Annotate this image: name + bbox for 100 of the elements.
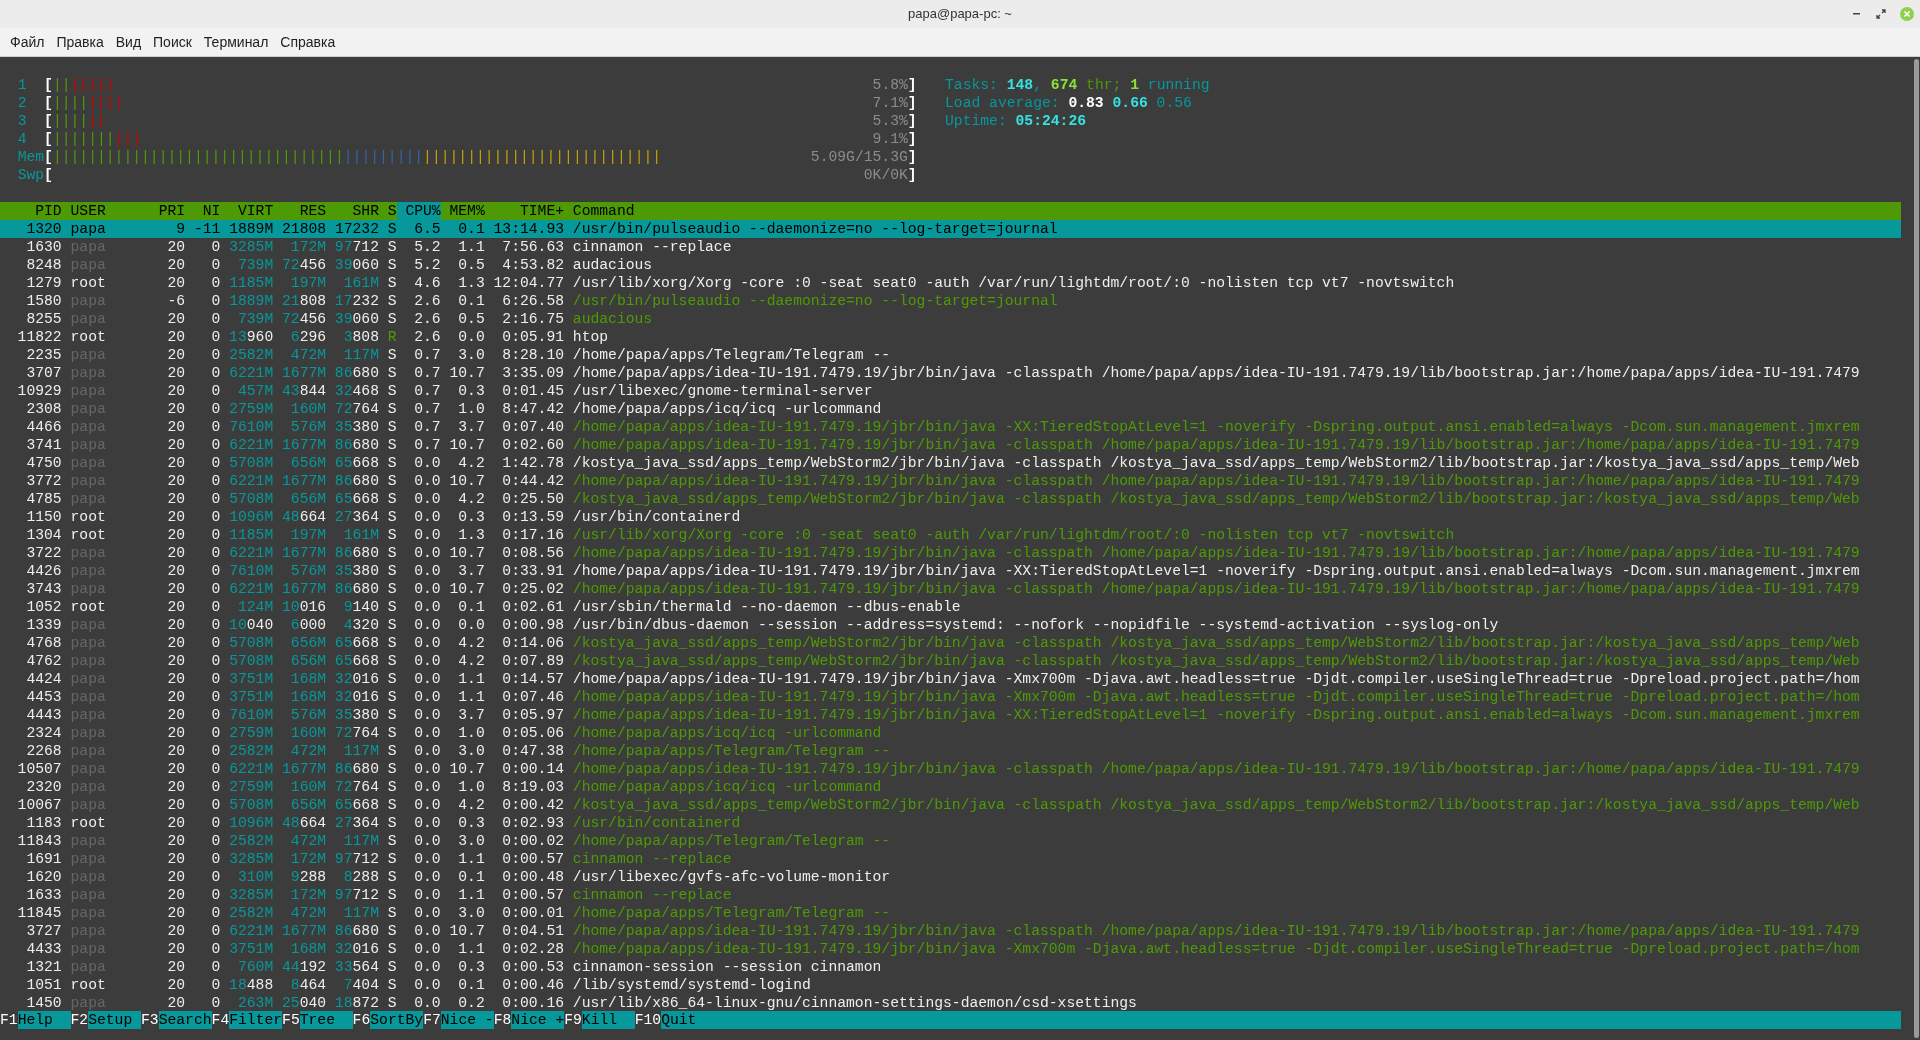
summary-text: 1 — [1130, 77, 1140, 93]
menu-item[interactable]: Справка — [274, 28, 342, 56]
table-cell-text: /home/papa/apps/idea-IU-191.7479.19/jbr/bin/java -classpath /home/papa/apps/idea-IU-191.7479.19/lib/bootstrap.jar:/home/papa/apps/idea-IU-191.7479 — [571, 364, 1861, 382]
table-cell-text: 4768 — [25, 634, 62, 652]
table-cell-text: 0.5 — [457, 256, 485, 274]
summary-text: 0.66 — [1112, 95, 1148, 111]
menu-item[interactable]: Вид — [109, 28, 148, 56]
menu-item[interactable]: Поиск — [147, 28, 198, 56]
bracket: [ — [44, 94, 53, 112]
table-cell-text: 0 — [210, 328, 221, 346]
table-cell-text: /home/papa/apps/Telegram/Telegram -- — [571, 832, 892, 850]
table-cell-text: 72764 — [333, 400, 379, 418]
table-cell-text: 0.0 — [413, 598, 441, 616]
column-header[interactable]: USER — [61, 202, 159, 220]
table-cell-text: 65668 — [333, 634, 379, 652]
column-header[interactable]: PID — [0, 202, 62, 220]
meter-text: ||| — [114, 130, 142, 148]
table-cell-text: 0 — [210, 994, 221, 1012]
meter-reading: 5.8% — [872, 76, 908, 94]
maximize-icon[interactable] — [1876, 9, 1886, 19]
column-header[interactable]: S — [378, 202, 397, 220]
table-cell-text: 0:14.06 — [501, 634, 564, 652]
column-header[interactable]: SHR — [326, 202, 379, 220]
menu-item[interactable]: Файл — [4, 28, 51, 56]
table-cell-text: 32016 — [333, 688, 379, 706]
table-cell-text: S — [386, 940, 397, 958]
table-cell-text: 20 — [166, 508, 186, 526]
menu-item[interactable]: Правка — [50, 28, 110, 56]
function-key-label[interactable]: Nice + — [511, 1011, 565, 1029]
table-cell-text: audacious — [571, 310, 654, 328]
column-header[interactable]: VIRT — [220, 202, 274, 220]
column-header[interactable]: CPU% — [396, 202, 441, 220]
table-cell-text: /home/papa/apps/icq/icq -urlcommand — [571, 724, 883, 742]
table-cell-text: 1.0 — [457, 778, 485, 796]
function-key-label[interactable]: Filter — [229, 1011, 283, 1029]
column-header[interactable]: RES — [273, 202, 327, 220]
table-cell-text: 0 — [210, 688, 221, 706]
function-key-label[interactable]: Search — [158, 1011, 212, 1029]
table-cell-text: 20 — [166, 832, 186, 850]
table-cell-text: S — [386, 724, 397, 742]
table-cell-text: 48664 — [281, 508, 327, 526]
table-cell-text: 20 — [166, 994, 186, 1012]
table-cell-text: 168M — [289, 670, 327, 688]
table-cell-text: 0:44.42 — [501, 472, 564, 490]
function-key-label[interactable]: SortBy — [370, 1011, 424, 1029]
table-cell-text: 0:17.16 — [501, 526, 564, 544]
table-cell-text: 1339 — [25, 616, 62, 634]
table-cell-text: 1677M — [281, 364, 327, 382]
scrollbar-thumb[interactable] — [1914, 59, 1919, 1038]
column-header[interactable]: TIME+ — [484, 202, 564, 220]
column-header[interactable]: MEM% — [440, 202, 485, 220]
table-cell-text: 20 — [166, 634, 186, 652]
table-cell-text: 4443 — [25, 706, 62, 724]
table-cell-text: 4453 — [25, 688, 62, 706]
table-cell-text: 0 — [210, 490, 221, 508]
bracket: [ — [44, 112, 53, 130]
table-cell-text: S — [386, 832, 397, 850]
meter-reading: 7.1% — [872, 94, 908, 112]
table-cell-text: 3741 — [25, 436, 62, 454]
column-header[interactable]: NI — [185, 202, 221, 220]
table-cell-text: 20 — [166, 688, 186, 706]
table-cell-text: 20 — [166, 256, 186, 274]
column-header[interactable]: PRI — [158, 202, 186, 220]
table-cell-text: 0 — [210, 940, 221, 958]
meter-reading: 5.09G/15.3G — [810, 148, 908, 166]
menu-item[interactable]: Терминал — [197, 28, 275, 56]
table-cell-text: 0:00.57 — [501, 850, 564, 868]
function-key-label[interactable]: Tree — [299, 1011, 353, 1029]
function-key-label[interactable]: Setup — [88, 1011, 142, 1029]
function-key-label[interactable]: Nice - — [440, 1011, 494, 1029]
table-cell-text: 86680 — [333, 364, 379, 382]
table-cell-text: 3.0 — [457, 742, 485, 760]
table-cell-text: 4320 — [342, 616, 379, 634]
table-cell-text: S — [386, 220, 397, 238]
table-cell-text: 0:14.57 — [501, 670, 564, 688]
table-cell-text: 4.2 — [457, 796, 485, 814]
table-cell-text: S — [386, 490, 397, 508]
table-cell-text: 0.0 — [413, 688, 441, 706]
function-key-label[interactable]: Help — [17, 1011, 71, 1029]
table-cell-text: S — [386, 760, 397, 778]
table-cell-text: 0:47.38 — [501, 742, 564, 760]
table-cell-text: 0.0 — [413, 976, 441, 994]
table-cell-text: 0:02.60 — [501, 436, 564, 454]
table-cell-text: 11845 — [16, 904, 62, 922]
column-header[interactable]: Command — [564, 202, 1901, 220]
function-key-label[interactable]: Quit — [661, 1011, 1901, 1029]
table-cell-text: 20 — [166, 778, 186, 796]
table-cell-text: 3.0 — [457, 832, 485, 850]
function-key-label[interactable]: Kill — [581, 1011, 635, 1029]
table-cell-text: 2268 — [25, 742, 62, 760]
table-cell-text: 0:05.97 — [501, 706, 564, 724]
table-cell-text: 3751M — [228, 670, 274, 688]
table-cell-text: 8248 — [25, 256, 62, 274]
table-cell-text: 10.7 — [448, 760, 485, 778]
table-cell-text: 0:01.45 — [501, 382, 564, 400]
table-cell-text: 2759M — [228, 400, 274, 418]
table-cell-text: 65668 — [333, 454, 379, 472]
selected-row[interactable]: 1320 papa 9 -11 1889M 21808 17232 S 6.5 0.1 13:14.93 /usr/bin/pulseaudio --daemonize=no --log-target=journal — [0, 220, 1901, 238]
table-cell-text: 3285M — [228, 850, 274, 868]
table-cell-text: 35380 — [333, 706, 379, 724]
